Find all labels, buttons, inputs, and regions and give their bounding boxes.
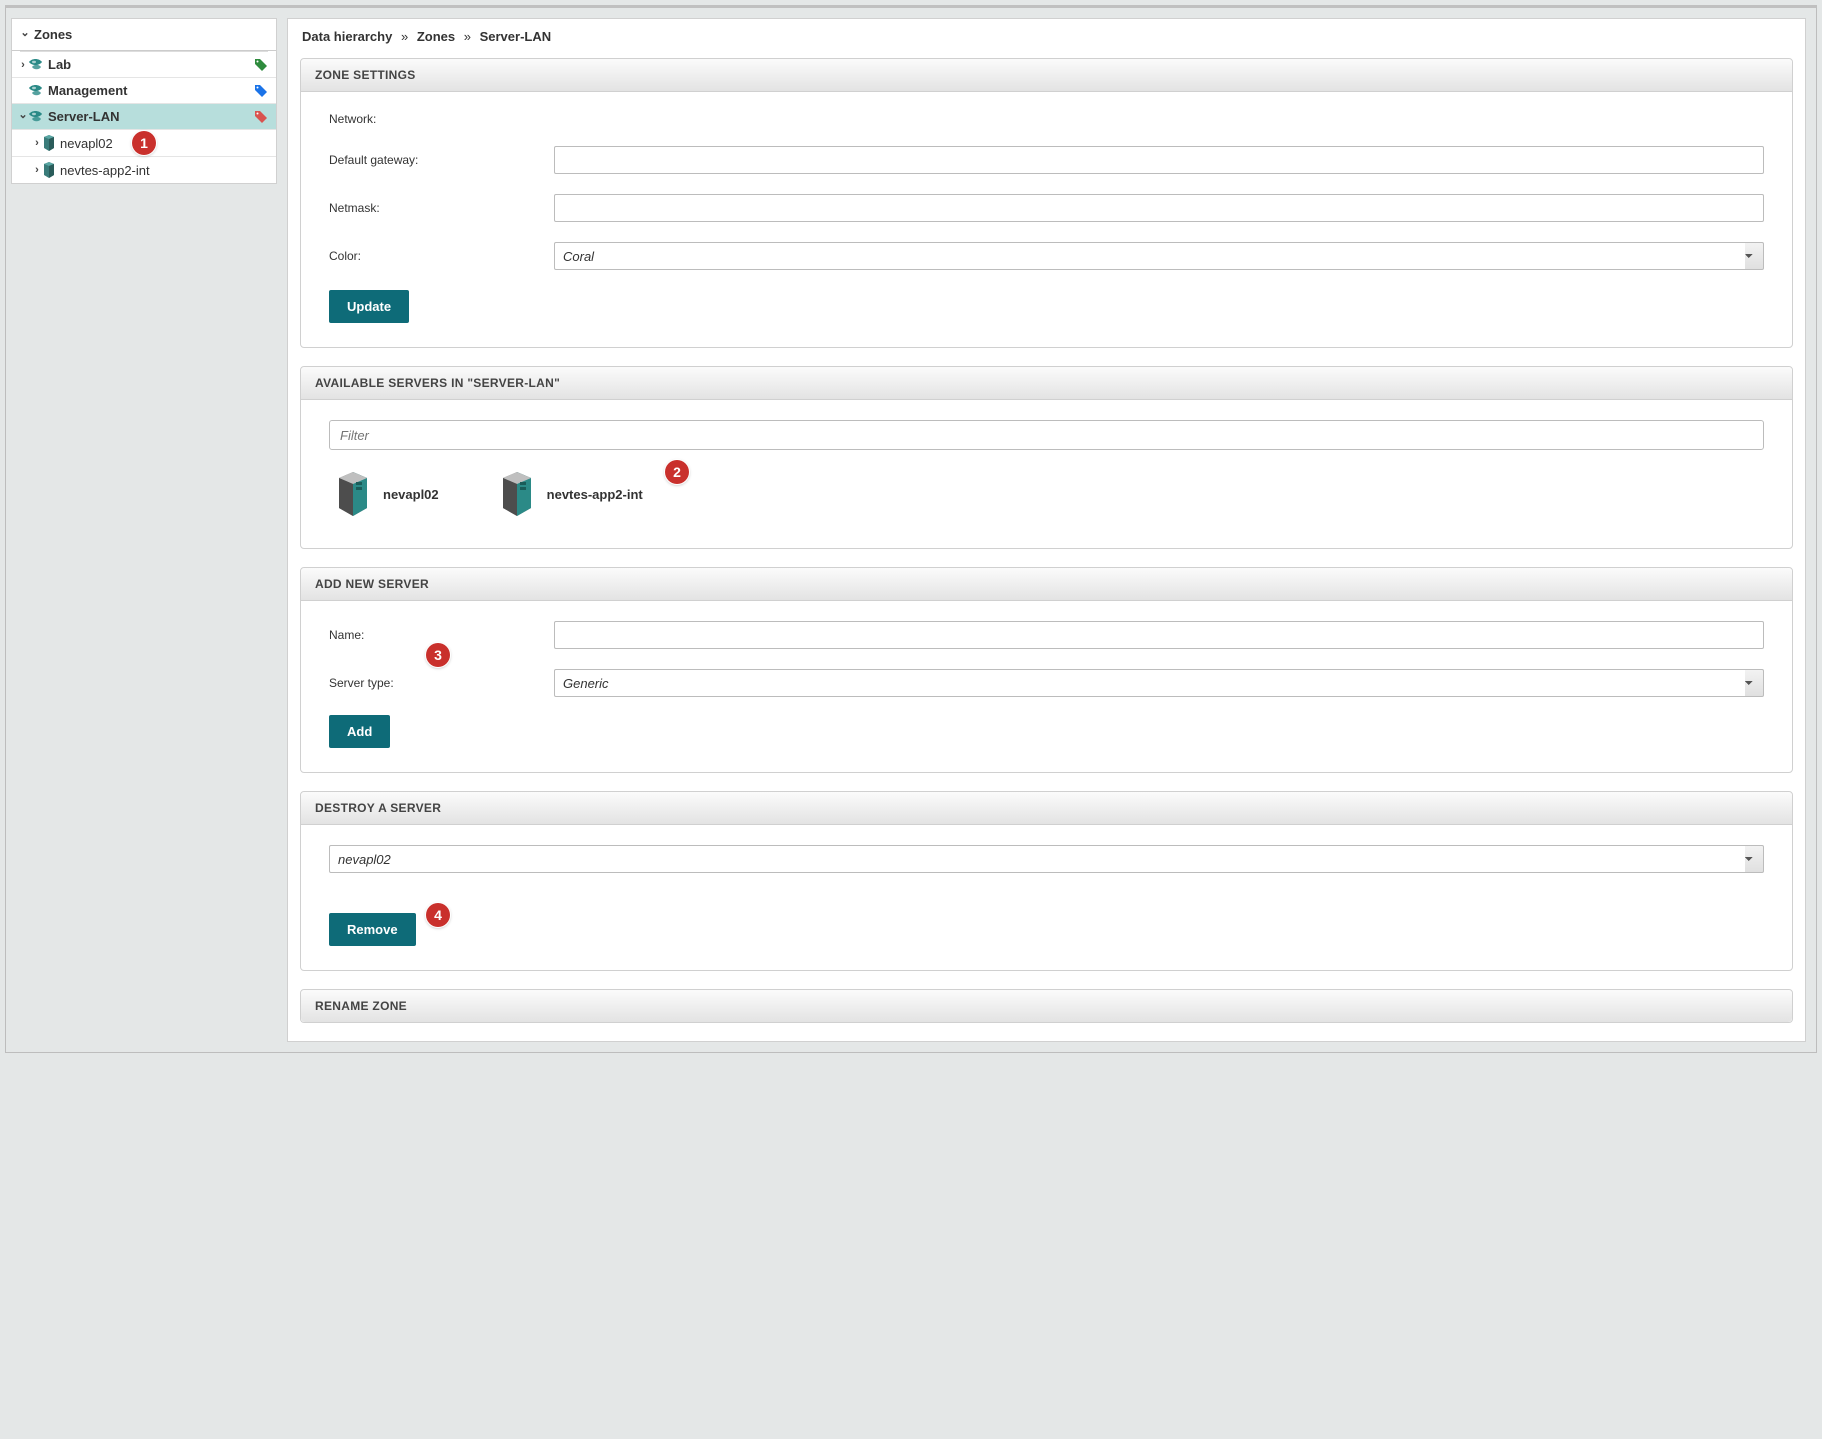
sidebar: Zones Lab Management xyxy=(6,8,287,1052)
sidebar-item-label: nevtes-app2-int xyxy=(56,163,268,178)
sidebar-item-management[interactable]: Management xyxy=(12,78,276,104)
server-type-select[interactable]: Generic xyxy=(554,669,1764,697)
color-select[interactable]: Coral xyxy=(554,242,1764,270)
server-type-label: Server type: xyxy=(329,676,554,690)
sidebar-header[interactable]: Zones xyxy=(12,19,276,51)
sidebar-item-server-nevapl02[interactable]: nevapl02 1 xyxy=(12,130,276,157)
server-icon xyxy=(42,135,56,151)
server-item[interactable]: nevtes-app2-int xyxy=(499,472,643,516)
chevron-right-icon xyxy=(18,59,28,71)
sidebar-item-server-lan[interactable]: Server-LAN xyxy=(12,104,276,130)
breadcrumb-leaf: Server-LAN xyxy=(480,29,552,44)
sidebar-title: Zones xyxy=(34,27,72,42)
server-icon xyxy=(499,472,535,516)
main: Data hierarchy » Zones » Server-LAN ZONE… xyxy=(287,8,1816,1052)
chevron-down-icon xyxy=(18,110,28,123)
sidebar-panel: Zones Lab Management xyxy=(11,18,277,184)
panel-header: RENAME ZONE xyxy=(301,990,1792,1022)
tag-icon xyxy=(254,110,268,124)
annotation-badge-4: 4 xyxy=(426,903,450,927)
breadcrumb-root[interactable]: Data hierarchy xyxy=(302,29,392,44)
server-icon xyxy=(335,472,371,516)
chevron-right-icon xyxy=(32,164,42,176)
sidebar-item-server-nevtes[interactable]: nevtes-app2-int xyxy=(12,157,276,183)
annotation-badge-2: 2 xyxy=(665,460,689,484)
filter-input[interactable] xyxy=(329,420,1764,450)
server-name-label: Name: xyxy=(329,628,554,642)
server-icon xyxy=(42,162,56,178)
zone-icon xyxy=(28,58,44,72)
netmask-input[interactable] xyxy=(554,194,1764,222)
breadcrumb: Data hierarchy » Zones » Server-LAN xyxy=(300,29,1793,58)
destroy-server-select[interactable]: nevapl02 xyxy=(329,845,1764,873)
sidebar-item-label: Server-LAN xyxy=(44,109,254,124)
panel-available-servers: AVAILABLE SERVERS IN "SERVER-LAN" xyxy=(300,366,1793,549)
sidebar-item-label: Lab xyxy=(44,57,254,72)
tag-icon xyxy=(254,84,268,98)
breadcrumb-sep: » xyxy=(396,29,413,44)
server-name-input[interactable] xyxy=(554,621,1764,649)
update-button[interactable]: Update xyxy=(329,290,409,323)
gateway-input[interactable] xyxy=(554,146,1764,174)
panel-header: ZONE SETTINGS xyxy=(301,59,1792,92)
server-name: nevtes-app2-int xyxy=(547,487,643,502)
sidebar-item-label: Management xyxy=(44,83,254,98)
panel-zone-settings: ZONE SETTINGS Network: Default gateway: … xyxy=(300,58,1793,348)
panel-rename-zone: RENAME ZONE xyxy=(300,989,1793,1023)
breadcrumb-sep: » xyxy=(459,29,476,44)
network-label: Network: xyxy=(329,112,554,126)
netmask-label: Netmask: xyxy=(329,201,554,215)
tag-icon xyxy=(254,58,268,72)
zone-icon xyxy=(28,84,44,98)
chevron-down-icon xyxy=(20,28,30,41)
annotation-badge-1: 1 xyxy=(132,131,156,155)
panel-add-server: ADD NEW SERVER Name: Server type: Generi… xyxy=(300,567,1793,773)
sidebar-item-label: nevapl02 xyxy=(56,136,268,151)
panel-header: DESTROY A SERVER xyxy=(301,792,1792,825)
server-name: nevapl02 xyxy=(383,487,439,502)
annotation-badge-3: 3 xyxy=(426,643,450,667)
app-frame: Zones Lab Management xyxy=(5,5,1817,1053)
zone-icon xyxy=(28,110,44,124)
panel-header: AVAILABLE SERVERS IN "SERVER-LAN" xyxy=(301,367,1792,400)
server-item[interactable]: nevapl02 xyxy=(335,472,439,516)
add-button[interactable]: Add xyxy=(329,715,390,748)
panel-destroy-server: DESTROY A SERVER nevapl02 Remove 4 xyxy=(300,791,1793,971)
chevron-right-icon xyxy=(32,137,42,149)
sidebar-item-lab[interactable]: Lab xyxy=(12,52,276,78)
panel-header: ADD NEW SERVER xyxy=(301,568,1792,601)
gateway-label: Default gateway: xyxy=(329,153,554,167)
breadcrumb-zones[interactable]: Zones xyxy=(417,29,455,44)
main-panel: Data hierarchy » Zones » Server-LAN ZONE… xyxy=(287,18,1806,1042)
remove-button[interactable]: Remove xyxy=(329,913,416,946)
color-label: Color: xyxy=(329,249,554,263)
